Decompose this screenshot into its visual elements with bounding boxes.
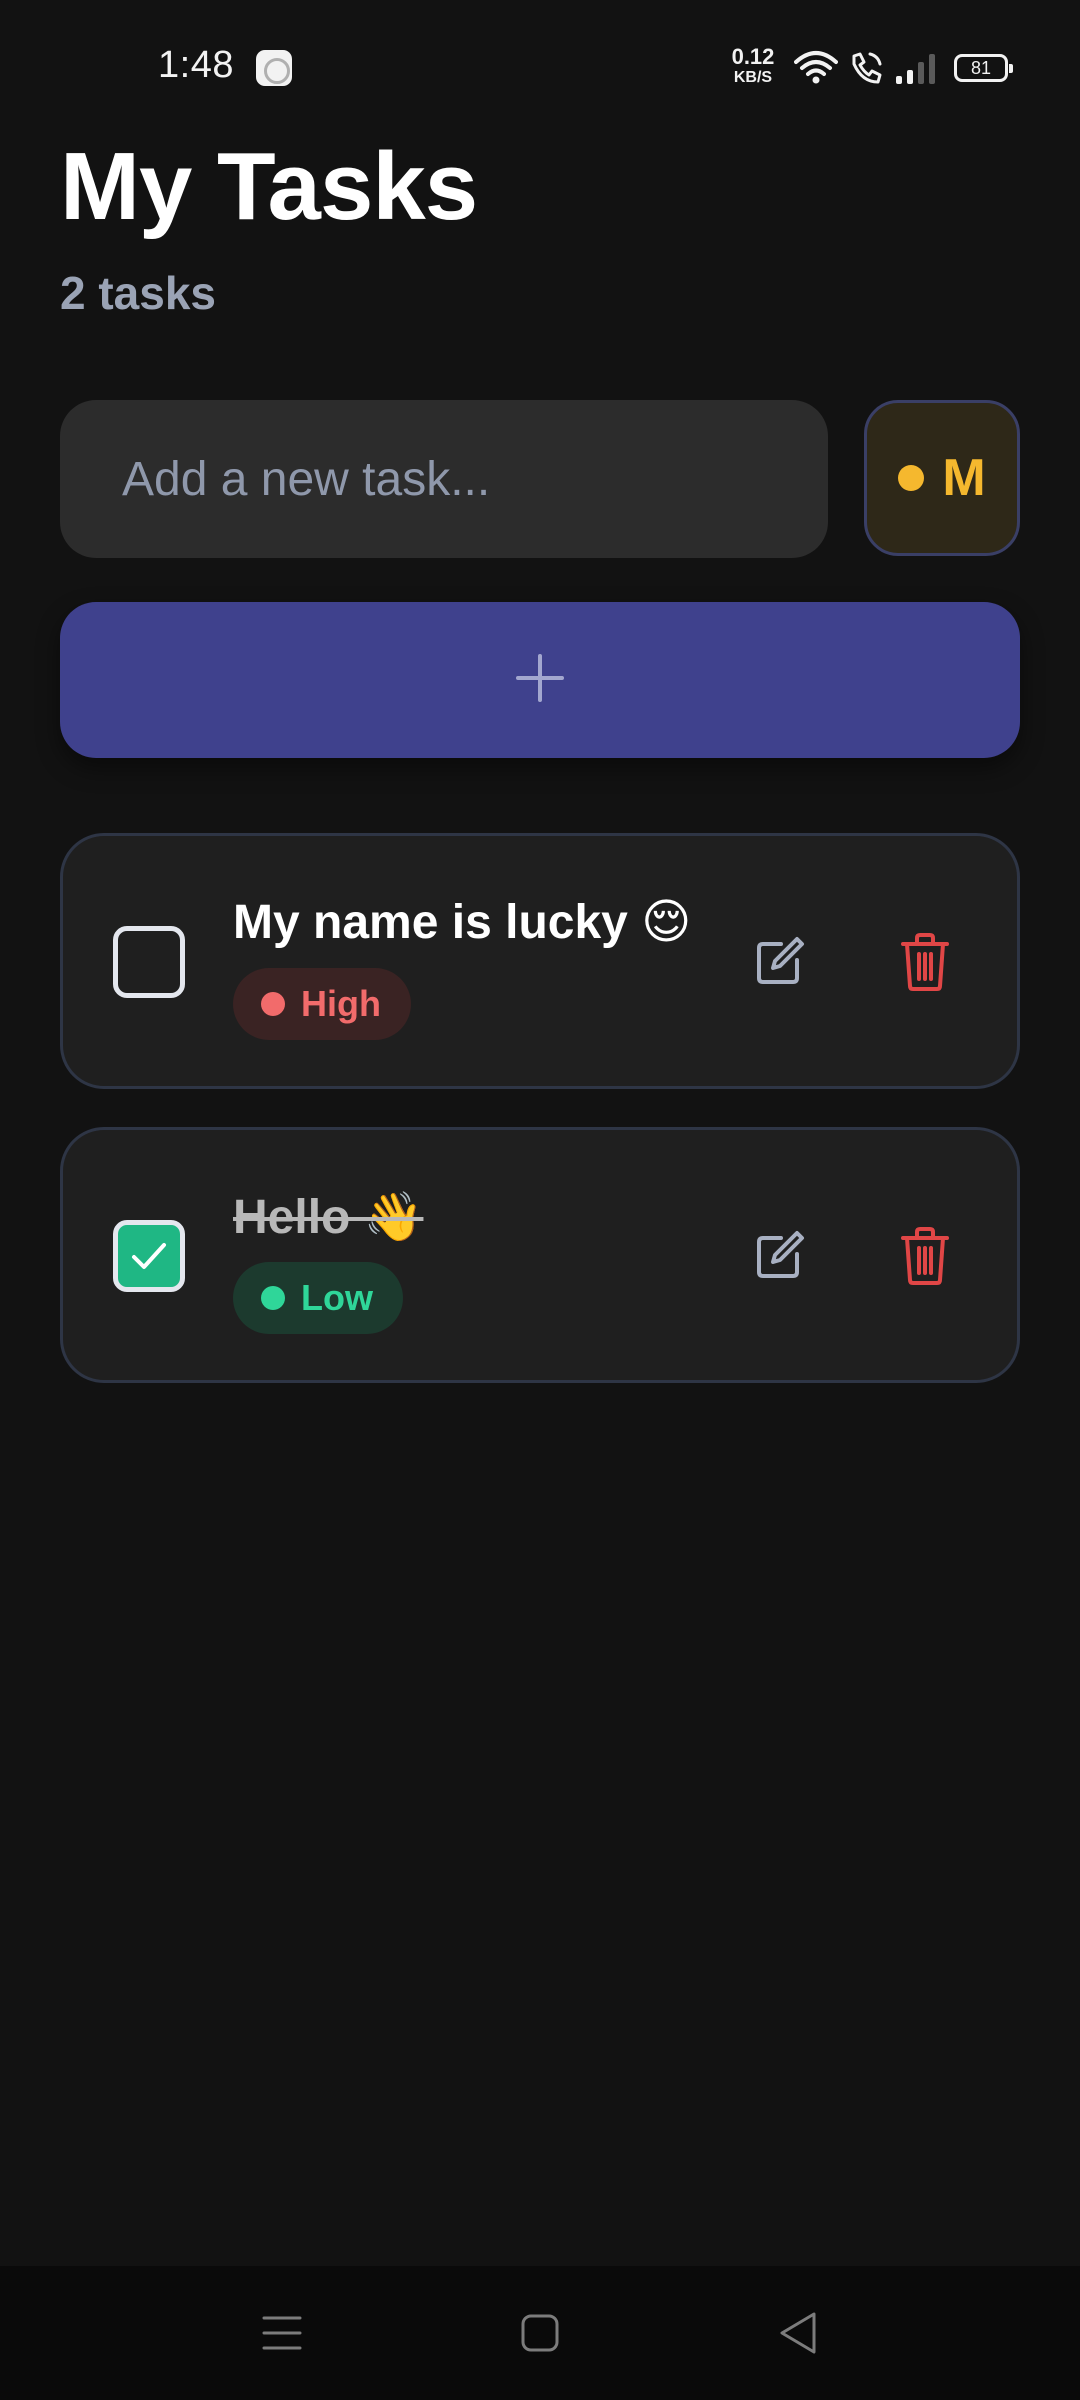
delete-button[interactable] bbox=[889, 1220, 961, 1296]
edit-button[interactable] bbox=[743, 1222, 815, 1294]
wifi-icon bbox=[794, 50, 838, 91]
screen: 1:48 0.12 KB/S 81 My Tasks 2 tasks Add a… bbox=[0, 0, 1080, 2400]
trash-icon bbox=[899, 1226, 951, 1291]
priority-letter: M bbox=[942, 449, 986, 507]
task-card: My name is lucky 😌 High bbox=[60, 833, 1020, 1089]
priority-dot-icon bbox=[261, 1286, 285, 1310]
edit-icon bbox=[751, 1228, 807, 1289]
checkmark-icon bbox=[132, 1243, 166, 1269]
task-checkbox[interactable] bbox=[113, 926, 185, 998]
edit-icon bbox=[751, 934, 807, 995]
edit-button[interactable] bbox=[743, 928, 815, 1000]
priority-label: Low bbox=[301, 1277, 373, 1318]
new-task-input[interactable] bbox=[60, 400, 828, 558]
network-speed-value: 0.12 bbox=[731, 44, 775, 69]
priority-badge: High bbox=[233, 968, 411, 1040]
delete-button[interactable] bbox=[889, 926, 961, 1002]
trash-icon bbox=[899, 932, 951, 997]
priority-badge: Low bbox=[233, 1262, 403, 1334]
status-bar: 1:48 0.12 KB/S 81 bbox=[0, 0, 1080, 120]
priority-label: High bbox=[301, 983, 381, 1024]
back-button[interactable] bbox=[778, 2310, 818, 2361]
signal-icon bbox=[894, 50, 938, 91]
network-speed: 0.12 KB/S bbox=[728, 46, 778, 86]
priority-dot-icon bbox=[898, 465, 925, 491]
status-time: 1:48 bbox=[158, 44, 234, 86]
network-speed-unit: KB/S bbox=[733, 69, 773, 86]
task-card: Hello 👋 Low bbox=[60, 1127, 1020, 1383]
priority-selector-button[interactable]: M bbox=[864, 400, 1020, 556]
add-task-button[interactable] bbox=[60, 602, 1020, 758]
page-title: My Tasks bbox=[60, 133, 478, 240]
back-icon bbox=[778, 2312, 818, 2360]
app-notification-icon bbox=[256, 50, 292, 86]
wifi-call-icon bbox=[848, 50, 884, 91]
task-title: My name is lucky 😌 bbox=[233, 896, 692, 949]
menu-icon bbox=[262, 2316, 302, 2360]
plus-icon bbox=[514, 652, 566, 709]
task-checkbox-checked[interactable] bbox=[113, 1220, 185, 1292]
home-icon bbox=[520, 2314, 560, 2360]
recents-button[interactable] bbox=[262, 2310, 302, 2361]
task-count: 2 tasks bbox=[60, 267, 217, 319]
system-nav-bar bbox=[0, 2266, 1080, 2400]
priority-dot-icon bbox=[261, 992, 285, 1016]
battery-icon: 81 bbox=[954, 54, 1013, 82]
home-button[interactable] bbox=[520, 2310, 560, 2361]
task-title: Hello 👋 bbox=[233, 1191, 424, 1244]
